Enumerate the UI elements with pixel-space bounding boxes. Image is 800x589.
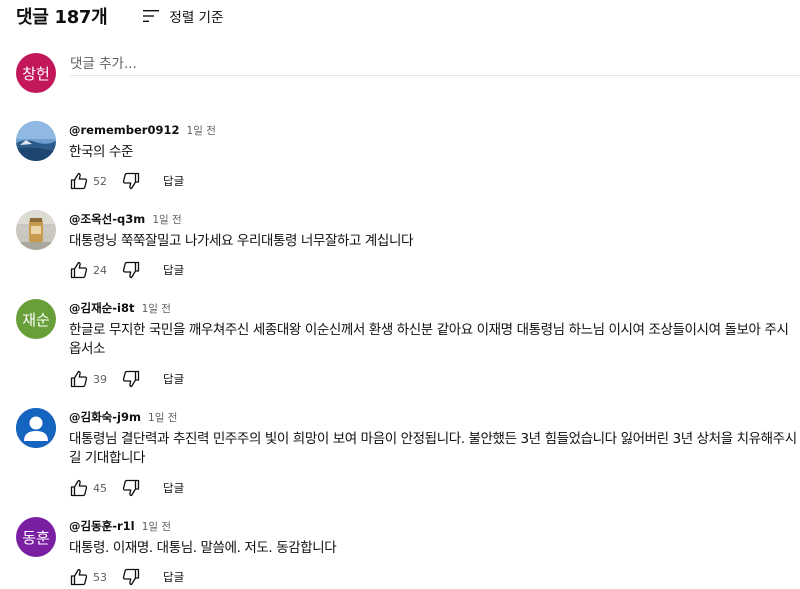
comment-actions: 24 답글 [69, 258, 184, 282]
comment-body: @김동훈-r1l 1일 전 대통령. 이재명. 대통님. 말씀에. 저도. 동감… [69, 517, 800, 586]
thumb-up-icon [70, 261, 88, 279]
reply-button[interactable]: 답글 [163, 371, 184, 387]
comment-actions: 45 답글 [69, 476, 184, 500]
commenter-avatar[interactable] [16, 408, 56, 448]
thumb-up-icon [70, 479, 88, 497]
sort-label: 정렬 기준 [169, 10, 224, 26]
dislike-button[interactable] [121, 369, 141, 389]
comment-actions: 53 답글 [69, 565, 184, 589]
comments-header: 댓글 187개 정렬 기준 [16, 4, 223, 28]
comment-text: 대통령닝 쭉쭉잘밀고 나가세요 우리대통령 너무잘하고 계십니다 [69, 233, 413, 249]
reply-button[interactable]: 답글 [163, 262, 184, 278]
comment-text: 대통령님 결단력과 추진력 민주주의 빛이 희망이 보여 마음이 안정됩니다. … [69, 431, 797, 466]
like-count: 52 [93, 174, 107, 188]
commenter-avatar-text: 동훈 [22, 528, 50, 547]
thumb-up-icon [70, 370, 88, 388]
object-photo-icon [16, 210, 56, 250]
add-comment-input[interactable] [70, 53, 800, 76]
commenter-avatar[interactable] [16, 210, 56, 250]
commenter-avatar[interactable] [16, 121, 56, 161]
comment-time[interactable]: 1일 전 [142, 521, 171, 533]
comment-body: @김재순-i8t 1일 전 한글로 무지한 국민을 깨우쳐주신 세종대왕 이순신… [69, 299, 800, 388]
like-button[interactable] [69, 171, 89, 191]
like-button[interactable] [69, 567, 89, 587]
comment-meta: @김화숙-j9m 1일 전 [69, 408, 800, 424]
dislike-button[interactable] [121, 567, 141, 587]
commenter-avatar[interactable]: 동훈 [16, 517, 56, 557]
thumb-down-icon [122, 568, 140, 586]
comment-actions: 52 답글 [69, 169, 184, 193]
comment-body: @조옥선-q3m 1일 전 대통령닝 쭉쭉잘밀고 나가세요 우리대통령 너무잘하… [69, 210, 800, 279]
thumb-down-icon [122, 370, 140, 388]
comment-meta: @김재순-i8t 1일 전 [69, 299, 800, 315]
like-count: 53 [93, 570, 107, 584]
like-count: 45 [93, 481, 107, 495]
commenter-avatar-text: 재순 [22, 310, 50, 329]
comment-author[interactable]: @remember0912 [69, 123, 179, 137]
comment-author[interactable]: @조옥선-q3m [69, 212, 145, 226]
dislike-button[interactable] [121, 478, 141, 498]
sort-icon [141, 6, 161, 26]
commenter-avatar[interactable]: 재순 [16, 299, 56, 339]
like-count: 39 [93, 372, 107, 386]
thumb-down-icon [122, 261, 140, 279]
comment-text: 한국의 수준 [69, 144, 133, 160]
user-avatar[interactable]: 창헌 [16, 53, 56, 93]
user-avatar-text: 창헌 [22, 64, 50, 83]
default-person-icon [16, 408, 56, 448]
like-button[interactable] [69, 260, 89, 280]
reply-button[interactable]: 답글 [163, 173, 184, 189]
comment-actions: 39 답글 [69, 367, 184, 391]
comments-section: 댓글 187개 정렬 기준 창헌 댓글 추가... @remember0912 … [0, 0, 800, 589]
dislike-button[interactable] [121, 260, 141, 280]
comment-time[interactable]: 1일 전 [148, 412, 177, 424]
thumb-down-icon [122, 479, 140, 497]
add-comment-row: 창헌 [16, 53, 800, 93]
comment-text: 한글로 무지한 국민을 깨우쳐주신 세종대왕 이순신께서 환생 하신분 같아요 … [69, 322, 789, 357]
reply-button[interactable]: 답글 [163, 480, 184, 496]
comment-meta: @김동훈-r1l 1일 전 [69, 517, 800, 533]
comment-author[interactable]: @김동훈-r1l [69, 519, 135, 533]
comment-time[interactable]: 1일 전 [142, 303, 171, 315]
like-button[interactable] [69, 369, 89, 389]
landscape-photo-icon [16, 121, 56, 161]
like-count: 24 [93, 263, 107, 277]
comment-meta: @remember0912 1일 전 [69, 121, 800, 137]
comment-author[interactable]: @김화숙-j9m [69, 410, 141, 424]
sort-button[interactable]: 정렬 기준 [141, 6, 223, 26]
comment-count: 댓글 187개 [16, 7, 108, 28]
comment-body: @remember0912 1일 전 한국의 수준 52 답글 [69, 121, 800, 190]
like-button[interactable] [69, 478, 89, 498]
comment-time[interactable]: 1일 전 [187, 125, 216, 137]
comment-meta: @조옥선-q3m 1일 전 [69, 210, 800, 226]
reply-button[interactable]: 답글 [163, 569, 184, 585]
thumb-up-icon [70, 568, 88, 586]
thumb-down-icon [122, 172, 140, 190]
dislike-button[interactable] [121, 171, 141, 191]
comment-author[interactable]: @김재순-i8t [69, 301, 134, 315]
comment-time[interactable]: 1일 전 [152, 214, 181, 226]
comment-text: 대통령. 이재명. 대통님. 말씀에. 저도. 동감합니다 [69, 540, 337, 556]
comment-body: @김화숙-j9m 1일 전 대통령님 결단력과 추진력 민주주의 빛이 희망이 … [69, 408, 800, 497]
thumb-up-icon [70, 172, 88, 190]
